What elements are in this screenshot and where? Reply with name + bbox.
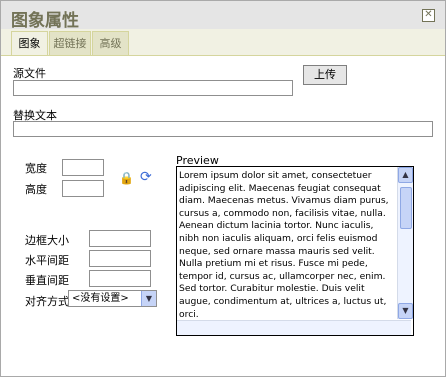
title-bar: 图象属性 ✕	[1, 1, 445, 31]
width-label: 宽度	[25, 162, 47, 175]
lock-icon[interactable]: 🔒	[119, 171, 134, 185]
horizontal-scrollbar[interactable]	[177, 320, 411, 335]
upload-button[interactable]: 上传	[303, 65, 347, 85]
vspace-input[interactable]	[89, 270, 151, 287]
tab-link[interactable]: 超链接	[49, 31, 91, 55]
scroll-down-icon[interactable]: ▼	[398, 303, 413, 319]
tab-image[interactable]: 图象	[11, 31, 48, 56]
align-select[interactable]: <没有设置> ▼	[68, 290, 157, 307]
refresh-icon[interactable]: ⟳	[140, 169, 152, 185]
image-properties-dialog: 图象属性 ✕ 图象 超链接 高级 源文件 上传 替换文本 宽度 高度 🔒 ⟳ 边…	[0, 0, 446, 377]
vspace-label: 垂直间距	[25, 274, 69, 287]
align-label: 对齐方式	[25, 295, 69, 308]
src-input[interactable]	[13, 80, 293, 96]
align-select-value: <没有设置>	[72, 293, 129, 304]
width-input[interactable]	[62, 159, 104, 176]
dialog-title: 图象属性	[11, 11, 79, 31]
close-icon[interactable]: ✕	[422, 9, 435, 22]
preview-text: Lorem ipsum dolor sit amet, consectetuer…	[179, 170, 389, 320]
border-label: 边框大小	[25, 234, 69, 247]
hspace-input[interactable]	[89, 250, 151, 267]
tab-advanced[interactable]: 高级	[92, 31, 129, 55]
height-label: 高度	[25, 183, 47, 196]
chevron-down-icon[interactable]: ▼	[141, 291, 156, 306]
preview-pane: Lorem ipsum dolor sit amet, consectetuer…	[176, 166, 414, 336]
scroll-thumb[interactable]	[400, 187, 412, 229]
border-input[interactable]	[89, 230, 151, 247]
src-label: 源文件	[13, 67, 46, 80]
alt-input[interactable]	[13, 121, 433, 137]
hspace-label: 水平间距	[25, 254, 69, 267]
height-input[interactable]	[62, 180, 104, 197]
scroll-up-icon[interactable]: ▲	[398, 167, 413, 183]
vertical-scrollbar[interactable]: ▲ ▼	[397, 167, 413, 319]
